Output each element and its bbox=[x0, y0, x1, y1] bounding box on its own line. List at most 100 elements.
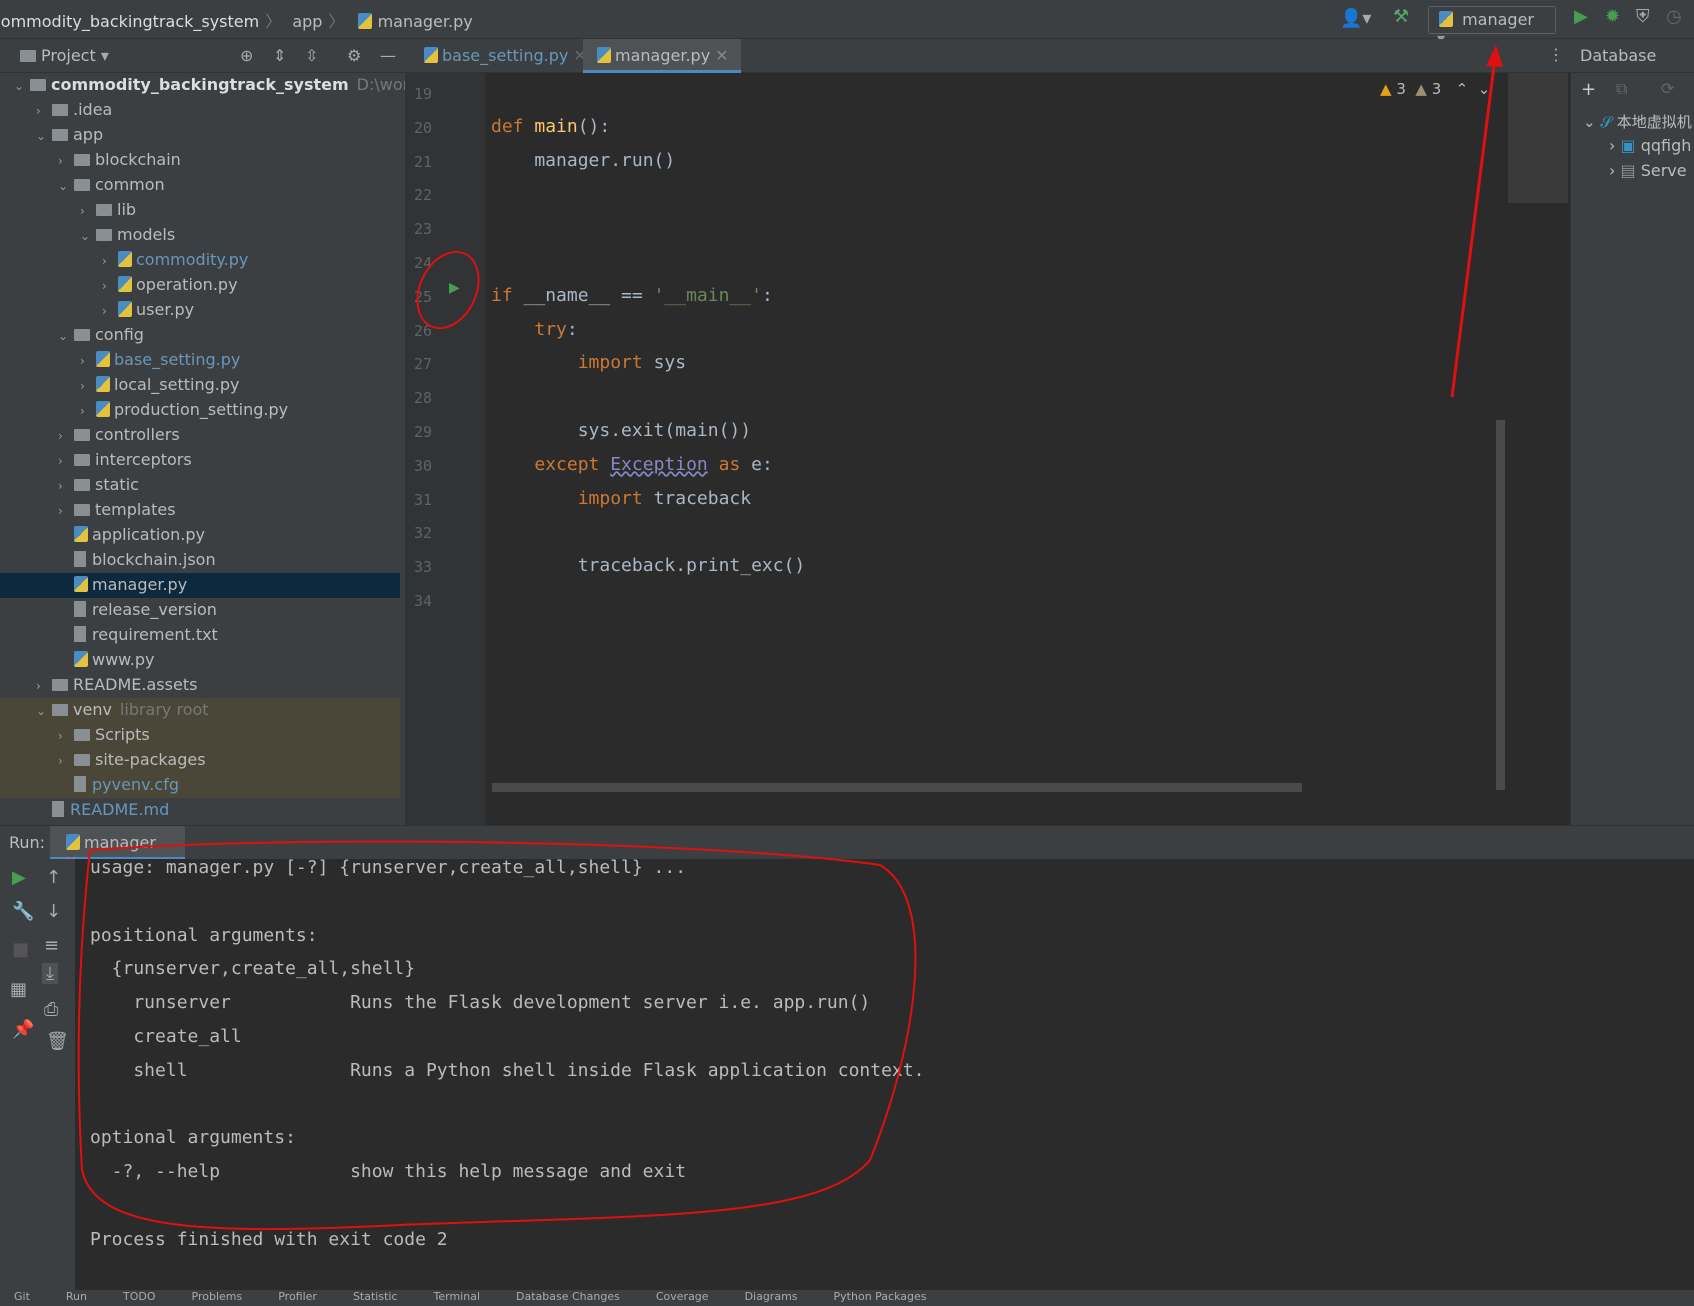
chevron-down-icon[interactable]: ⌄ bbox=[58, 179, 72, 193]
code-line[interactable]: traceback.print_exc() bbox=[491, 555, 806, 576]
scroll-to-end-icon[interactable]: ⤓ bbox=[42, 963, 58, 984]
chevron-down-icon[interactable]: ⌄ bbox=[58, 329, 72, 343]
tree-item[interactable]: › blockchain bbox=[0, 148, 400, 173]
up-arrow-icon[interactable]: ↑ bbox=[46, 867, 61, 888]
minimize-icon[interactable]: — bbox=[380, 46, 396, 65]
pin-icon[interactable]: 📌 bbox=[12, 1019, 34, 1040]
chevron-right-icon[interactable]: › bbox=[58, 454, 72, 468]
locate-icon[interactable]: ⊕ bbox=[240, 46, 253, 65]
tool-window-button[interactable]: Git bbox=[14, 1290, 30, 1303]
tool-window-button[interactable]: Profiler bbox=[278, 1290, 317, 1303]
run-icon[interactable]: ▶ bbox=[1574, 6, 1588, 27]
breadcrumb-app[interactable]: app bbox=[292, 12, 322, 31]
run-config-dropdown[interactable]: manager ▾ bbox=[1428, 6, 1556, 48]
vertical-scrollbar[interactable] bbox=[1496, 420, 1505, 790]
chevron-down-icon[interactable]: ⌄ bbox=[36, 129, 50, 143]
wrench-icon[interactable]: 🔧 bbox=[12, 901, 34, 922]
tree-item[interactable]: › site-packages bbox=[0, 748, 400, 773]
tree-item[interactable]: ⌄ models bbox=[0, 223, 400, 248]
tab-manager[interactable]: manager.py ✕ bbox=[583, 39, 741, 73]
rerun-icon[interactable]: ▶ bbox=[12, 867, 26, 888]
tree-item[interactable]: application.py bbox=[0, 523, 400, 548]
tree-item[interactable]: release_version bbox=[0, 598, 400, 623]
tree-item[interactable]: ⌄ config bbox=[0, 323, 400, 348]
code-editor[interactable] bbox=[405, 73, 1570, 825]
chevron-right-icon[interactable]: › bbox=[58, 754, 72, 768]
copy-icon[interactable]: ⧉ bbox=[1616, 79, 1627, 99]
code-line[interactable]: import sys bbox=[491, 352, 686, 373]
chevron-down-icon[interactable]: ⌄ bbox=[14, 79, 28, 93]
run-gutter-icon[interactable]: ▶ bbox=[449, 280, 460, 296]
tree-item[interactable]: › controllers bbox=[0, 423, 400, 448]
project-title[interactable]: Project bbox=[41, 46, 96, 65]
tree-item[interactable]: › README.assets bbox=[0, 673, 400, 698]
inspection-widget[interactable]: ▲ 3 ▲ 3 ⌃ ⌄ bbox=[1380, 80, 1490, 98]
down-arrow-icon[interactable]: ↓ bbox=[46, 901, 61, 922]
tree-item[interactable]: ⌄ common bbox=[0, 173, 400, 198]
chevron-right-icon[interactable]: › bbox=[58, 504, 72, 518]
tree-item[interactable]: › operation.py bbox=[0, 273, 400, 298]
tool-window-button[interactable]: Terminal bbox=[434, 1290, 481, 1303]
code-line[interactable]: import traceback bbox=[491, 488, 751, 509]
code-line[interactable]: sys.exit(main()) bbox=[491, 420, 751, 441]
chevron-right-icon[interactable]: › bbox=[102, 304, 116, 318]
user-icon[interactable]: 👤▾ bbox=[1340, 8, 1371, 29]
stop-icon[interactable]: ■ bbox=[12, 939, 29, 960]
code-line[interactable]: manager.run() bbox=[491, 150, 675, 171]
db-tree-item[interactable]: › ▤ Serve bbox=[1609, 161, 1687, 180]
tree-item[interactable]: › interceptors bbox=[0, 448, 400, 473]
tree-item[interactable]: www.py bbox=[0, 648, 400, 673]
chevron-right-icon[interactable]: › bbox=[36, 104, 50, 118]
chevron-down-icon[interactable]: ⌄ bbox=[80, 229, 94, 243]
tree-item[interactable]: › local_setting.py bbox=[0, 373, 400, 398]
print-icon[interactable]: ⎙ bbox=[44, 999, 58, 1020]
chevron-down-icon[interactable]: ⌄ bbox=[36, 704, 50, 718]
close-icon[interactable]: ✕ bbox=[715, 46, 728, 65]
tree-item[interactable]: › static bbox=[0, 473, 400, 498]
chevron-right-icon[interactable]: › bbox=[102, 254, 116, 268]
tree-item[interactable]: blockchain.json bbox=[0, 548, 400, 573]
coverage-icon[interactable]: ⛨ bbox=[1636, 6, 1650, 27]
tree-item[interactable]: ⌄commodity_backingtrack_systemD:\workspa… bbox=[0, 73, 456, 98]
tree-item[interactable]: › production_setting.py bbox=[0, 398, 400, 423]
tool-window-button[interactable]: Database Changes bbox=[516, 1290, 620, 1303]
trash-icon[interactable]: 🗑 bbox=[46, 1031, 69, 1052]
run-tab-manager[interactable]: manager ✕ bbox=[50, 826, 185, 871]
tree-item[interactable]: requirement.txt bbox=[0, 623, 400, 648]
chevron-right-icon[interactable]: › bbox=[80, 354, 94, 368]
tool-window-button[interactable]: Coverage bbox=[656, 1290, 709, 1303]
profile-icon[interactable]: ◷ bbox=[1666, 6, 1682, 27]
chevron-right-icon[interactable]: › bbox=[80, 404, 94, 418]
tab-base-setting[interactable]: base_setting.py ✕ bbox=[410, 39, 599, 73]
tree-item[interactable]: › templates bbox=[0, 498, 400, 523]
tree-item[interactable]: › Scripts bbox=[0, 723, 400, 748]
code-line[interactable]: except Exception as e: bbox=[491, 454, 772, 475]
db-tree-item[interactable]: › ▣ qqfigh bbox=[1609, 136, 1691, 155]
tree-item[interactable]: ⌄ app bbox=[0, 123, 400, 148]
db-tree-item[interactable]: ⌄ 𝓢 本地虚拟机 bbox=[1583, 111, 1692, 132]
tree-item[interactable]: ⌄ venv library root bbox=[0, 698, 400, 723]
horizontal-scrollbar[interactable] bbox=[492, 783, 1302, 792]
more-options-icon[interactable]: ⋮ bbox=[1548, 45, 1564, 64]
chevron-right-icon[interactable]: › bbox=[58, 429, 72, 443]
soft-wrap-icon[interactable]: ≡ bbox=[44, 935, 59, 956]
tree-item[interactable]: README.md bbox=[0, 798, 400, 823]
breadcrumb-file[interactable]: manager.py bbox=[378, 12, 473, 31]
layout-icon[interactable]: ▦ bbox=[10, 979, 27, 1000]
tree-item[interactable]: › base_setting.py bbox=[0, 348, 400, 373]
refresh-icon[interactable]: ⟳ bbox=[1661, 79, 1674, 98]
chevron-right-icon[interactable]: › bbox=[58, 154, 72, 168]
tool-window-button[interactable]: Python Packages bbox=[834, 1290, 927, 1303]
build-hammer-icon[interactable]: ⚒ bbox=[1393, 6, 1409, 27]
expand-all-icon[interactable]: ⇕ bbox=[273, 46, 286, 65]
code-line[interactable]: if __name__ == '__main__': bbox=[491, 285, 773, 306]
code-line[interactable]: try: bbox=[491, 319, 577, 340]
chevron-right-icon[interactable]: › bbox=[102, 279, 116, 293]
tree-item[interactable]: › user.py bbox=[0, 298, 400, 323]
chevron-right-icon[interactable]: › bbox=[36, 679, 50, 693]
tree-item[interactable]: › commodity.py bbox=[0, 248, 400, 273]
tree-item[interactable]: pyvenv.cfg bbox=[0, 773, 400, 798]
tool-window-button[interactable]: TODO bbox=[123, 1290, 156, 1303]
debug-bug-icon[interactable]: ✹ bbox=[1605, 6, 1620, 27]
minimap[interactable] bbox=[1508, 73, 1568, 203]
